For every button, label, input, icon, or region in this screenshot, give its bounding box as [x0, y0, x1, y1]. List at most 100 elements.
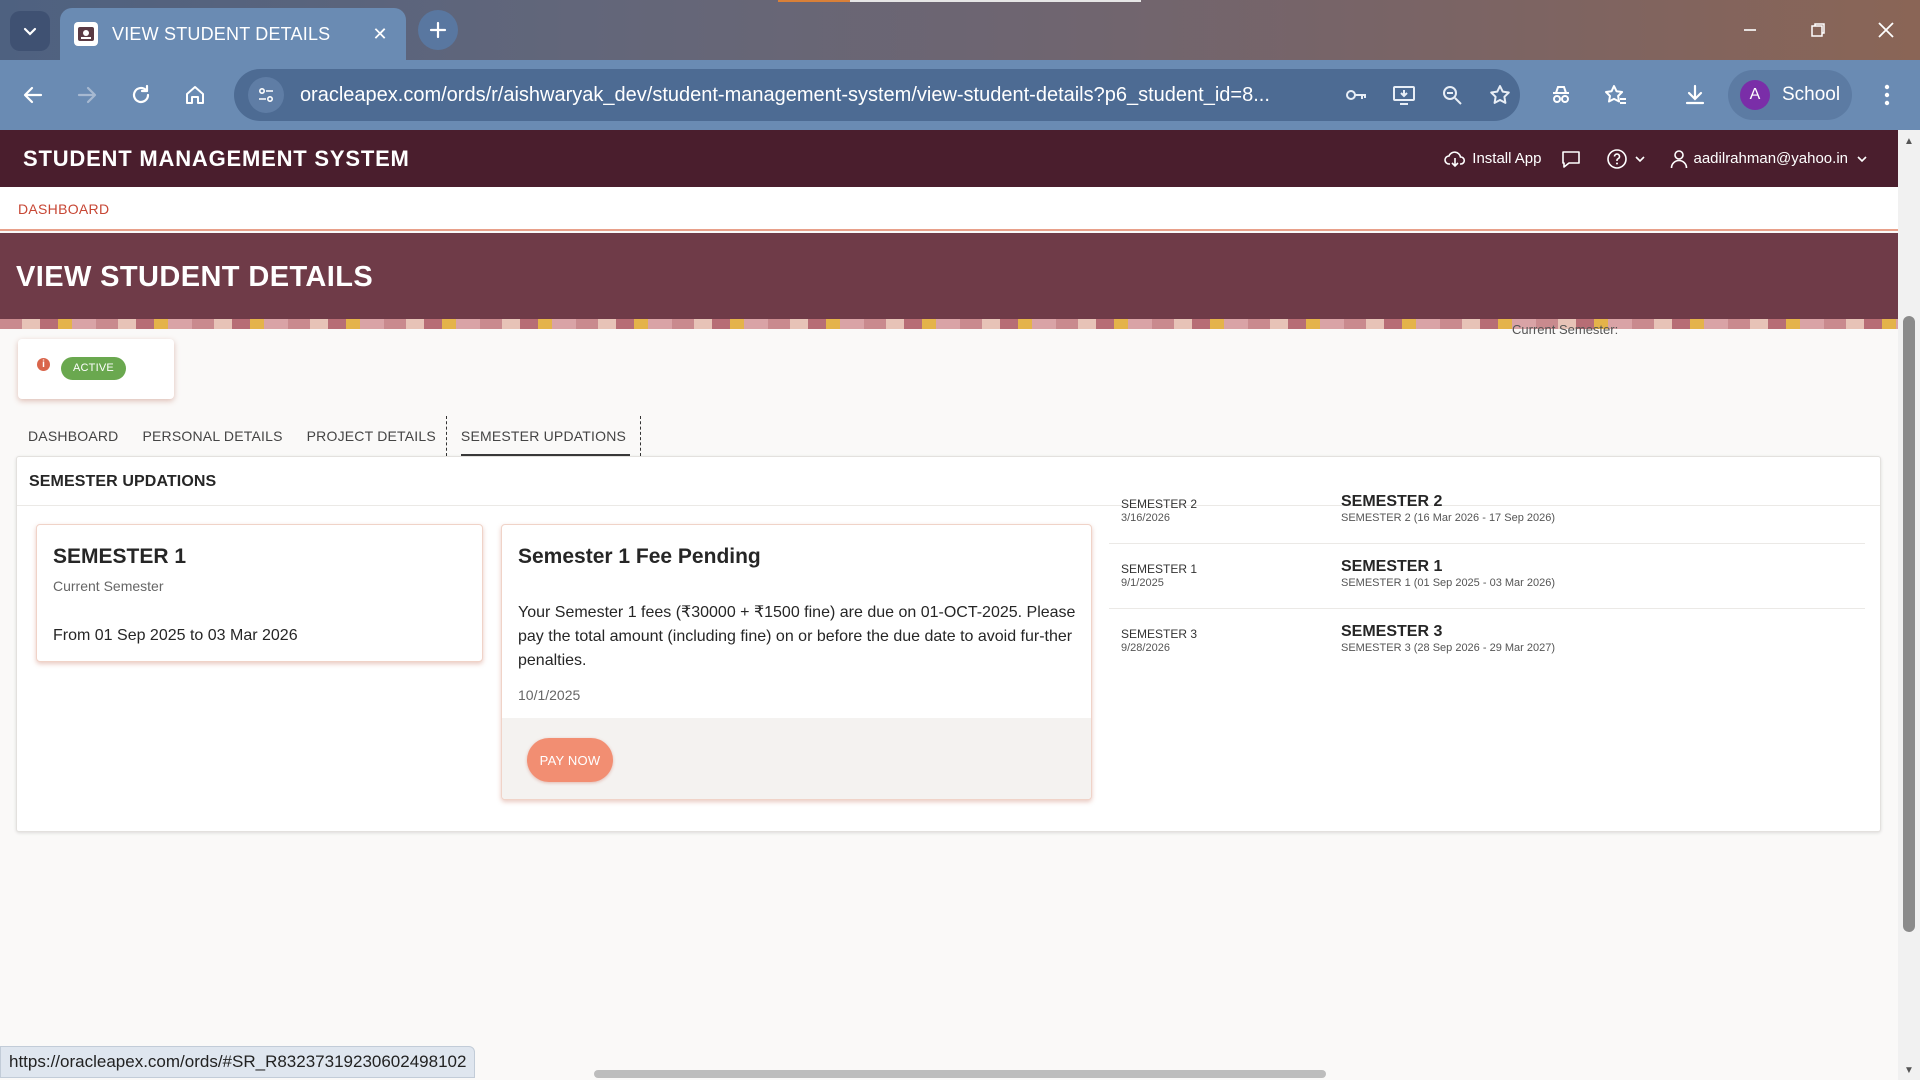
tab-project-details[interactable]: PROJECT DETAILS [297, 416, 446, 456]
page-hero: VIEW STUDENT DETAILS [0, 233, 1898, 329]
app-favicon-icon [74, 22, 98, 46]
pay-now-button[interactable]: PAY NOW [527, 738, 613, 782]
current-semester-label: Current Semester: [1512, 322, 1619, 337]
user-email: aadilrahman@yahoo.in [1693, 150, 1849, 167]
semester-timeline: SEMESTER 2 3/16/2026 SEMESTER 2 SEMESTER… [1109, 479, 1865, 674]
region-title: SEMESTER UPDATIONS [29, 473, 217, 490]
tab-title: VIEW STUDENT DETAILS [112, 23, 331, 44]
tab-personal-details[interactable]: PERSONAL DETAILS [132, 416, 292, 456]
zoom-out-icon[interactable] [1432, 75, 1472, 115]
timeline-right-sub: SEMESTER 2 (16 Mar 2026 - 17 Sep 2026) [1341, 512, 1555, 524]
link-status-bubble: https://oracleapex.com/ords/#SR_R8323731… [0, 1046, 476, 1078]
profile-button[interactable]: A School [1728, 70, 1852, 120]
profile-name: School [1782, 84, 1841, 105]
timeline-right-sub: SEMESTER 3 (28 Sep 2026 - 29 Mar 2027) [1341, 642, 1555, 654]
chevron-down-icon [1634, 155, 1645, 162]
timeline-left-date: 3/16/2026 [1121, 512, 1170, 524]
address-bar[interactable]: oracleapex.com/ords/r/aishwaryak_dev/stu… [234, 69, 1520, 121]
timeline-left-title: SEMESTER 1 [1121, 562, 1198, 576]
browser-tab-active[interactable]: VIEW STUDENT DETAILS ✕ [60, 8, 406, 60]
reload-icon [132, 84, 150, 104]
favorites-icon[interactable] [1594, 74, 1636, 116]
scroll-down-arrow-icon[interactable]: ▼ [1903, 1065, 1915, 1076]
close-icon [1878, 22, 1894, 38]
tab-list-button[interactable] [10, 11, 50, 51]
help-menu-button[interactable] [1606, 148, 1652, 170]
semester-updations-region: SEMESTER UPDATIONS SEMESTER 1 Current Se… [16, 456, 1881, 832]
fee-card-date: 10/1/2025 [518, 687, 581, 703]
restore-button[interactable] [1784, 0, 1852, 60]
home-icon [186, 86, 204, 104]
breadcrumb-bar: DASHBOARD [0, 187, 1898, 231]
timeline-left-title: SEMESTER 3 [1121, 627, 1198, 641]
plus-icon [429, 21, 447, 39]
fee-card-title: Semester 1 Fee Pending [518, 545, 761, 568]
timeline-left-title: SEMESTER 2 [1121, 497, 1198, 511]
semester-card-subtitle: Current Semester [53, 578, 164, 594]
scroll-up-arrow-icon[interactable]: ▲ [1903, 136, 1915, 147]
tab-dashboard[interactable]: DASHBOARD [18, 416, 128, 456]
help-icon [1606, 148, 1627, 169]
url-text[interactable]: oracleapex.com/ords/r/aishwaryak_dev/stu… [300, 84, 1328, 107]
new-tab-button[interactable] [418, 10, 458, 50]
tab-semester-updations[interactable]: SEMESTER UPDATIONS [445, 416, 642, 456]
app-title[interactable]: STUDENT MANAGEMENT SYSTEM [23, 146, 410, 172]
browser-toolbar: oracleapex.com/ords/r/aishwaryak_dev/stu… [0, 60, 1920, 130]
browser-tab-bar: VIEW STUDENT DETAILS ✕ [0, 0, 1920, 60]
restore-icon [1811, 23, 1825, 37]
reload-button[interactable] [120, 74, 162, 116]
key-icon[interactable] [1336, 75, 1376, 115]
app-header: STUDENT MANAGEMENT SYSTEM Install App aa… [0, 130, 1898, 187]
chevron-down-icon [23, 27, 37, 36]
vertical-scrollbar[interactable]: ▲ ▼ [1898, 130, 1920, 1080]
bookmark-star-icon[interactable] [1480, 75, 1520, 115]
current-semester-card: SEMESTER 1 Current Semester From 01 Sep … [36, 524, 483, 662]
horizontal-scrollbar-thumb[interactable] [594, 1070, 1326, 1078]
more-menu-icon[interactable] [1866, 74, 1908, 116]
arrow-right-icon [77, 86, 97, 104]
user-icon [1670, 149, 1687, 168]
home-button[interactable] [174, 74, 216, 116]
timeline-row[interactable]: SEMESTER 1 9/1/2025 SEMESTER 1 SEMESTER … [1109, 544, 1865, 609]
timeline-right-title: SEMESTER 3 [1341, 623, 1443, 640]
back-button[interactable] [12, 74, 54, 116]
cloud-download-icon [1444, 150, 1466, 167]
status-card: i ACTIVE [18, 339, 174, 399]
timeline-right-title: SEMESTER 1 [1341, 558, 1443, 575]
site-info-icon[interactable] [248, 77, 284, 113]
semester-card-range: From 01 Sep 2025 to 03 Mar 2026 [53, 627, 298, 644]
install-app-icon[interactable] [1384, 75, 1424, 115]
feedback-button[interactable] [1560, 149, 1588, 169]
chat-bubble-icon [1561, 150, 1580, 168]
detail-tabs: DASHBOARD PERSONAL DETAILS PROJECT DETAI… [18, 416, 642, 456]
arrow-left-icon [23, 86, 43, 104]
timeline-right-title: SEMESTER 2 [1341, 493, 1443, 510]
breadcrumb[interactable]: DASHBOARD [18, 201, 109, 217]
semester-card-title: SEMESTER 1 [53, 545, 187, 568]
scrollbar-thumb[interactable] [1903, 316, 1915, 932]
timeline-right-sub: SEMESTER 1 (01 Sep 2025 - 03 Mar 2026) [1341, 577, 1555, 589]
minimize-icon [1744, 29, 1756, 31]
timeline-row[interactable]: SEMESTER 3 9/28/2026 SEMESTER 3 SEMESTER… [1109, 609, 1865, 674]
timeline-row[interactable]: SEMESTER 2 3/16/2026 SEMESTER 2 SEMESTER… [1109, 479, 1865, 544]
forward-button[interactable] [66, 74, 108, 116]
user-menu-button[interactable]: aadilrahman@yahoo.in [1670, 149, 1875, 169]
incognito-icon[interactable] [1540, 74, 1582, 116]
timeline-left-date: 9/1/2025 [1121, 577, 1164, 589]
chevron-down-icon [1857, 155, 1867, 162]
tab-strip-accent-orange [778, 0, 850, 2]
fee-card-footer: PAY NOW [502, 718, 1091, 799]
install-app-button[interactable]: Install App [1444, 150, 1542, 168]
minimize-button[interactable] [1716, 0, 1784, 60]
fee-pending-card: Semester 1 Fee Pending Your Semester 1 f… [501, 524, 1092, 800]
status-badge: ACTIVE [61, 357, 126, 380]
info-icon: i [37, 358, 50, 371]
tab-close-icon[interactable]: ✕ [368, 24, 392, 45]
header-actions: Install App aadilrahman@yahoo.in [1426, 130, 1874, 187]
page-title: VIEW STUDENT DETAILS [16, 261, 374, 293]
avatar: A [1740, 80, 1770, 110]
timeline-left-date: 9/28/2026 [1121, 642, 1170, 654]
fee-card-body: Your Semester 1 fees (₹30000 + ₹1500 fin… [518, 604, 1076, 669]
close-window-button[interactable] [1852, 0, 1920, 60]
downloads-icon[interactable] [1674, 74, 1716, 116]
